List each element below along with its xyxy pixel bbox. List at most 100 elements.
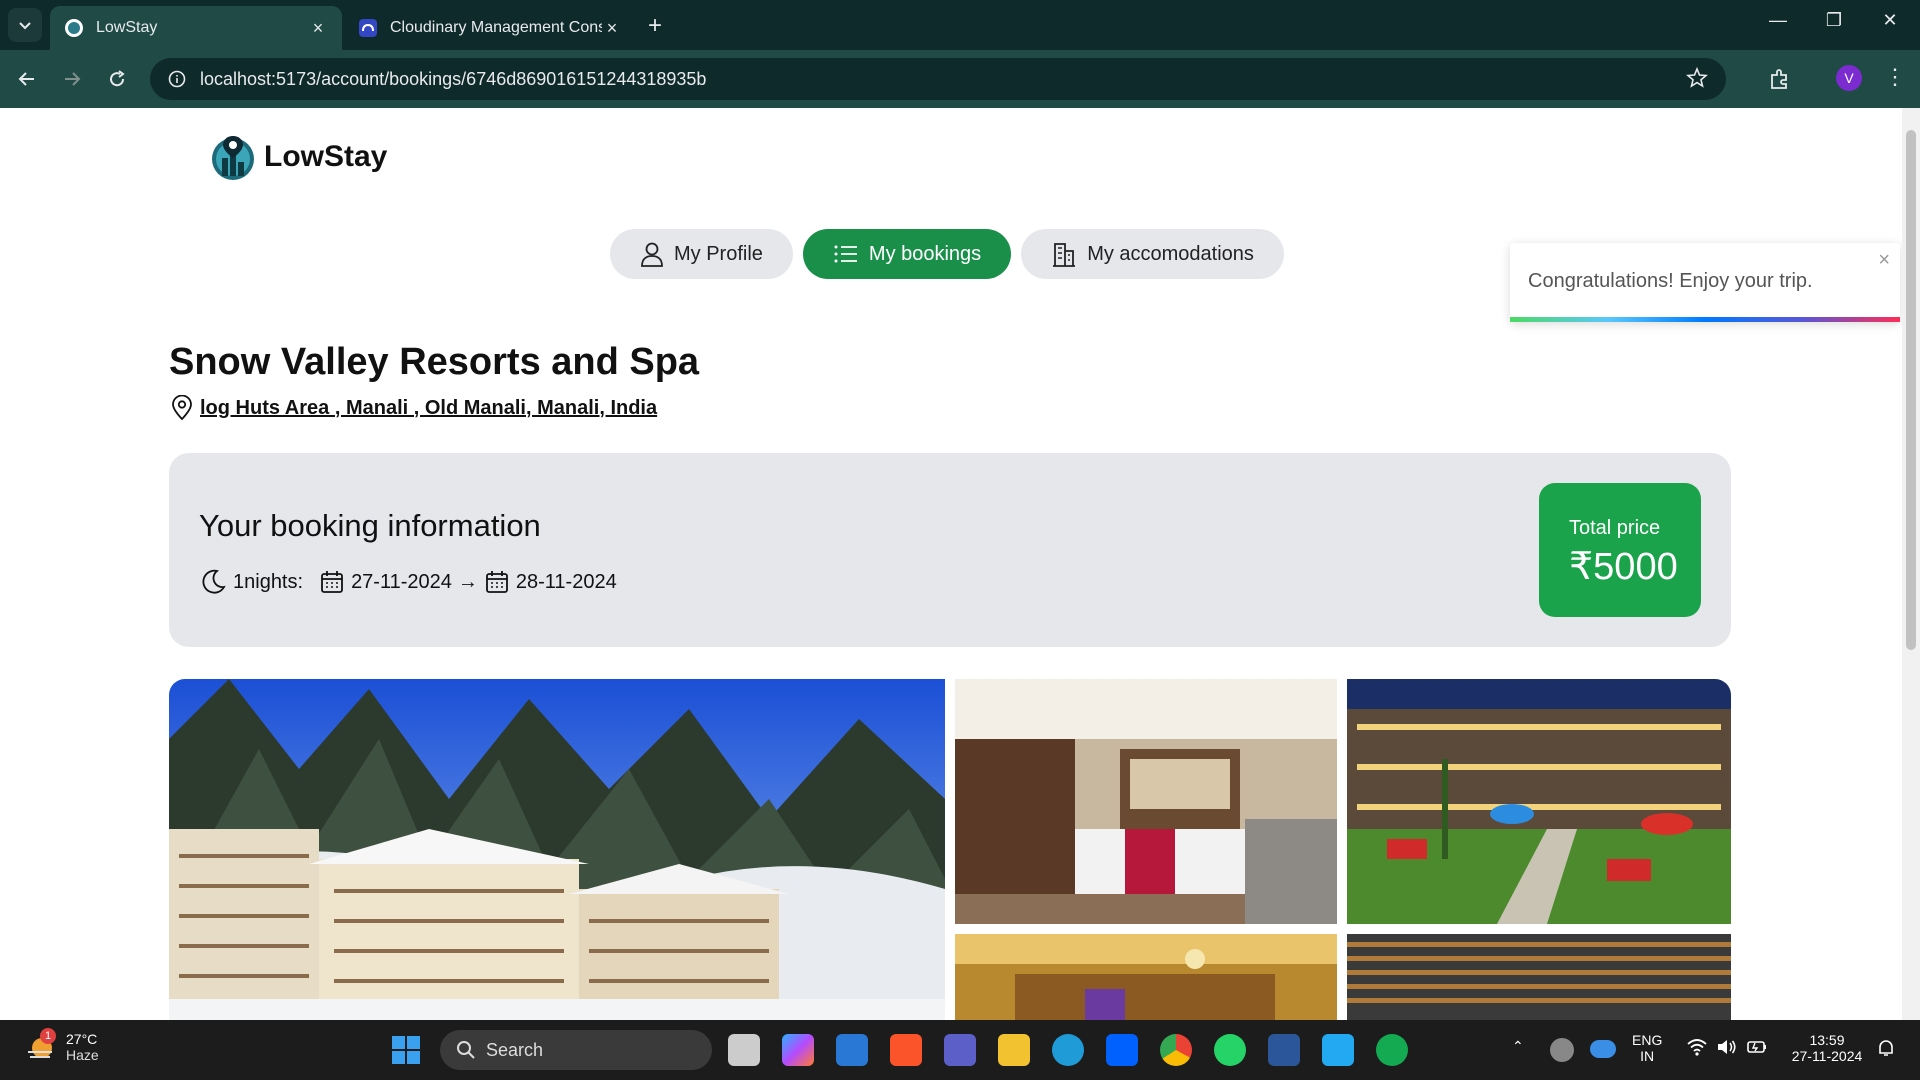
date: 27-11-2024: [1791, 1048, 1863, 1064]
onedrive-icon[interactable]: [1590, 1040, 1616, 1058]
photo-gallery[interactable]: [169, 679, 1731, 1020]
clock[interactable]: 13:59 27-11-2024: [1784, 1032, 1870, 1064]
close-window-icon[interactable]: ✕: [1870, 10, 1910, 31]
tab-my-profile[interactable]: My Profile: [610, 229, 793, 279]
nights-count: 1nights:: [233, 570, 304, 593]
language-code: ENG: [1632, 1032, 1663, 1048]
temperature: 27°C: [66, 1031, 98, 1047]
tab-lowstay[interactable]: LowStay ×: [50, 6, 342, 50]
kebab-menu-icon[interactable]: ⋮: [1884, 64, 1906, 90]
dropbox-icon[interactable]: [1106, 1034, 1138, 1066]
reload-button[interactable]: [102, 64, 132, 94]
account-nav: My Profile My bookings My accomodations: [610, 229, 1284, 279]
place-address-link[interactable]: log Huts Area , Manali , Old Manali, Man…: [170, 395, 657, 421]
price-value: ₹5000: [1569, 546, 1678, 588]
reload-icon: [110, 70, 125, 87]
arrow-right-icon: [65, 72, 81, 86]
booking-info-card: Your booking information 1nights: 27-11-…: [169, 453, 1731, 647]
search-label: Search: [486, 1039, 544, 1060]
site-logo[interactable]: LowStay: [210, 132, 387, 182]
tab-cloudinary[interactable]: Cloudinary Management Conso ×: [344, 6, 636, 50]
battery-icon[interactable]: [1746, 1038, 1768, 1059]
toast-message: Congratulations! Enjoy your trip.: [1528, 270, 1813, 292]
notifications-icon[interactable]: [1876, 1038, 1896, 1061]
restore-icon[interactable]: ❐: [1814, 10, 1854, 31]
lowstay-favicon-icon: [65, 19, 83, 37]
brand-name: LowStay: [264, 140, 388, 173]
hotel-exterior-image: [169, 679, 945, 1020]
time: 13:59: [1809, 1032, 1845, 1048]
page-content: LowStay My Profile My bookings My accomo…: [0, 108, 1902, 1020]
close-tab-icon[interactable]: ×: [602, 18, 622, 39]
chrome-browser-icon[interactable]: [1160, 1034, 1192, 1066]
file-explorer-icon[interactable]: [998, 1034, 1030, 1066]
tab-label: My accomodations: [1087, 242, 1254, 265]
region-code: IN: [1640, 1048, 1655, 1064]
gallery-photo-restaurant[interactable]: [955, 934, 1337, 1020]
new-tab-button[interactable]: +: [648, 12, 662, 40]
gallery-photo-lobby[interactable]: [1347, 934, 1731, 1020]
address-text: log Huts Area , Manali , Old Manali, Man…: [200, 396, 658, 419]
volume-icon[interactable]: [1716, 1038, 1738, 1059]
back-button[interactable]: [12, 64, 42, 94]
location-pin-logo-icon: [212, 136, 254, 180]
url-text: localhost:5173/account/bookings/6746d869…: [200, 68, 707, 89]
vscode-icon[interactable]: [1322, 1034, 1354, 1066]
tab-label: My bookings: [868, 242, 982, 265]
weather-condition: Haze: [66, 1047, 99, 1063]
calendar-icon: [321, 571, 343, 593]
success-toast: Congratulations! Enjoy your trip. ×: [1510, 243, 1900, 322]
forward-button[interactable]: [57, 64, 87, 94]
total-price-card: Total price ₹5000: [1539, 483, 1701, 617]
tab-my-accommodations[interactable]: My accomodations: [1021, 229, 1284, 279]
bookmark-star-icon[interactable]: [1686, 67, 1708, 89]
browser-toolbar: localhost:5173/account/bookings/6746d869…: [0, 50, 1920, 108]
language-indicator[interactable]: ENG IN: [1632, 1032, 1662, 1064]
scrollbar-thumb[interactable]: [1906, 130, 1916, 650]
toast-progress-bar: [1510, 317, 1900, 322]
page-scrollbar[interactable]: [1902, 108, 1920, 1020]
windows-start-icon[interactable]: [390, 1034, 422, 1066]
weather-widget[interactable]: 1 27°C Haze: [24, 1028, 99, 1064]
chevron-up-icon[interactable]: ⌃: [1512, 1038, 1524, 1055]
brave-browser-icon[interactable]: [890, 1034, 922, 1066]
mongodb-compass-icon[interactable]: [1376, 1034, 1408, 1066]
cloudinary-favicon-icon: [359, 19, 377, 37]
notification-badge: 1: [40, 1028, 56, 1044]
edge-browser-icon[interactable]: [1052, 1034, 1084, 1066]
address-bar[interactable]: localhost:5173/account/bookings/6746d869…: [150, 58, 1726, 100]
browser-tabstrip: LowStay × Cloudinary Management Conso × …: [0, 0, 1920, 50]
extensions-icon[interactable]: [1768, 67, 1792, 91]
weather-icon: 1: [24, 1028, 58, 1064]
gallery-photo-bedroom[interactable]: [955, 679, 1337, 924]
teams-icon[interactable]: [944, 1034, 976, 1066]
taskbar: 1 27°C Haze Search ⌃ ENG IN 13:59 27-11-…: [0, 1020, 1920, 1080]
word-icon[interactable]: [1268, 1034, 1300, 1066]
map-pin-icon: [172, 395, 192, 421]
user-icon: [641, 242, 663, 267]
microsoft-store-icon[interactable]: [836, 1034, 868, 1066]
toast-close-icon[interactable]: ×: [1878, 249, 1890, 272]
place-title: Snow Valley Resorts and Spa: [169, 341, 700, 383]
tab-search-button[interactable]: [8, 8, 42, 42]
chevron-down-icon: [19, 22, 31, 30]
wifi-icon[interactable]: [1686, 1038, 1708, 1059]
check-in-date: 27-11-2024: [351, 570, 452, 593]
tab-title: Cloudinary Management Conso: [390, 19, 602, 36]
taskbar-search[interactable]: Search: [440, 1030, 712, 1070]
minimize-icon[interactable]: —: [1758, 10, 1798, 31]
site-info-icon[interactable]: [168, 70, 186, 88]
check-out-date: 28-11-2024: [515, 570, 617, 593]
gallery-main-photo[interactable]: [169, 679, 945, 1020]
cloud-sync-icon[interactable]: [1550, 1038, 1574, 1062]
gallery-photo-courtyard[interactable]: [1347, 679, 1731, 924]
tab-my-bookings[interactable]: My bookings: [802, 229, 1012, 279]
whatsapp-icon[interactable]: [1214, 1034, 1246, 1066]
task-view-icon[interactable]: [728, 1034, 760, 1066]
copilot-icon[interactable]: [782, 1034, 814, 1066]
close-tab-icon[interactable]: ×: [308, 18, 328, 39]
profile-avatar[interactable]: V: [1836, 65, 1862, 91]
date-arrow: →: [457, 570, 478, 593]
search-icon: [457, 1041, 475, 1059]
list-icon: [834, 245, 857, 263]
